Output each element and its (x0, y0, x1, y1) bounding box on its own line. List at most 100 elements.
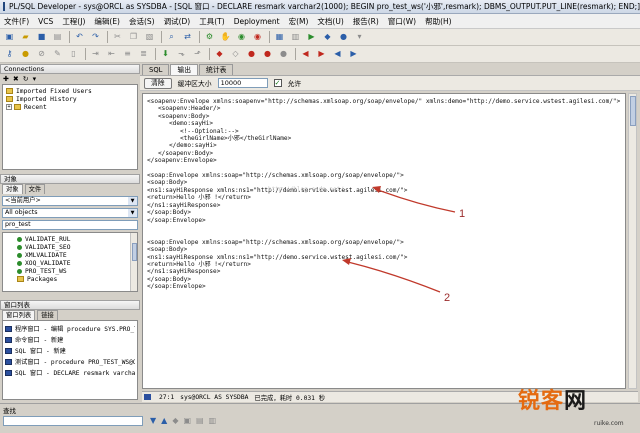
tab-objects[interactable]: 对象 (2, 184, 23, 194)
menu-vcs[interactable]: VCS (38, 17, 53, 26)
tab-output[interactable]: 输出 (170, 64, 199, 75)
object-search-input[interactable]: pro_test (2, 220, 138, 230)
find-input[interactable] (3, 416, 143, 426)
menu-reports[interactable]: 报告(R) (353, 16, 379, 27)
step-into-icon[interactable]: ⬇ (160, 49, 171, 60)
object-filter-select[interactable]: All objects ▼ (2, 208, 138, 218)
add-connection-icon[interactable]: ✚ (3, 75, 9, 83)
find-next-icon[interactable]: ▼ (150, 416, 156, 425)
record-macro-icon[interactable]: ● (246, 49, 257, 60)
user-icon[interactable]: ● (338, 32, 349, 43)
scrollbar-thumb[interactable] (132, 243, 137, 261)
menu-help[interactable]: 帮助(H) (425, 16, 452, 27)
breakpoint-icon[interactable]: ◆ (214, 49, 225, 60)
highlight-icon[interactable]: ◆ (172, 416, 178, 425)
compile-icon[interactable]: ◆ (322, 32, 333, 43)
expand-icon[interactable]: + (6, 104, 12, 110)
window-list-item[interactable]: SQL 窗口 - 新建 (5, 345, 135, 356)
menu-macro[interactable]: 宏(M) (289, 16, 309, 27)
regex-icon[interactable]: ▥ (209, 416, 217, 425)
menu-documents[interactable]: 文档(U) (317, 16, 343, 27)
case-sensitive-icon[interactable]: ▣ (183, 416, 191, 425)
menu-edit[interactable]: 编辑(E) (94, 16, 120, 27)
navigate-forward-icon[interactable]: ▶ (348, 49, 359, 60)
menu-file[interactable]: 文件(F) (4, 16, 29, 27)
print-icon[interactable]: ▤ (52, 32, 63, 43)
list-item[interactable]: VALIDATE_RUL (17, 235, 133, 243)
list-item[interactable]: VALIDATE_SEO (17, 243, 133, 251)
output-scrollbar[interactable] (628, 93, 637, 389)
buffer-size-input[interactable]: 10000 (217, 78, 268, 88)
step-out-icon[interactable]: ⬏ (192, 49, 203, 60)
macro-list-icon[interactable]: ● (278, 49, 289, 60)
menu-window[interactable]: 窗口(W) (388, 16, 416, 27)
menu-session[interactable]: 会话(S) (129, 16, 155, 27)
find-icon[interactable]: ⌕ (166, 32, 177, 43)
explain-plan-icon[interactable]: ▦ (274, 32, 285, 43)
remove-connection-icon[interactable]: ✖ (13, 75, 19, 83)
chevron-down-icon[interactable]: ▼ (128, 209, 137, 217)
navigate-icon[interactable]: ◀ (332, 49, 343, 60)
indent-icon[interactable]: ⇥ (90, 49, 101, 60)
object-list-scrollbar[interactable] (130, 233, 137, 291)
comment-icon[interactable]: ≡ (122, 49, 133, 60)
tab-sql[interactable]: SQL (142, 64, 170, 75)
window-list-item[interactable]: 程序窗口 - 编辑 procedure SYS.PRO_TEST_WS (5, 323, 135, 334)
commit-icon[interactable]: ◉ (236, 32, 247, 43)
rollback-icon[interactable]: ◉ (252, 32, 263, 43)
tree-item[interactable]: Imported Fixed Users (6, 87, 134, 95)
user-select[interactable]: <当前用户> ▼ (2, 196, 138, 206)
window-list-item[interactable]: 测试窗口 - procedure PRO_TEST_WS@ORCL (5, 356, 135, 367)
clear-button[interactable]: 清除 (144, 77, 172, 89)
list-item[interactable]: PRO_TEST_WS (17, 267, 133, 275)
window-list-icon[interactable]: ▥ (290, 32, 301, 43)
output-text-area[interactable]: <soapenv:Envelope xmlns:soapenv="http://… (142, 93, 626, 389)
chevron-down-icon[interactable]: ▼ (128, 197, 137, 205)
tab-window-list[interactable]: 窗口列表 (2, 310, 36, 320)
tree-item[interactable]: Imported History (6, 95, 134, 103)
new-icon[interactable]: ▣ (4, 32, 15, 43)
menu-debug[interactable]: 调试(D) (164, 16, 191, 27)
options-icon[interactable]: ▾ (354, 32, 365, 43)
open-folder-icon[interactable]: ▰ (20, 32, 31, 43)
scrollbar-thumb[interactable] (630, 96, 636, 126)
menu-deployment[interactable]: Deployment (234, 17, 280, 26)
play-macro-icon[interactable]: ● (262, 49, 273, 60)
window-list-item[interactable]: SQL 窗口 - DECLARE resmark varchar2(1000) (5, 367, 135, 378)
save-icon[interactable]: ■ (36, 32, 47, 43)
beautify-icon[interactable]: ✎ (52, 49, 63, 60)
next-icon[interactable]: ▶ (316, 49, 327, 60)
refresh-connection-icon[interactable]: ↻ (23, 75, 29, 83)
uncomment-icon[interactable]: ≣ (138, 49, 149, 60)
format-icon[interactable]: ▯ (68, 49, 79, 60)
connection-options-icon[interactable]: ▾ (33, 75, 37, 83)
list-item[interactable]: Packages (17, 275, 133, 283)
tab-statistics[interactable]: 统计表 (199, 64, 234, 75)
stop-icon[interactable]: ◇ (230, 49, 241, 60)
prev-icon[interactable]: ◀ (300, 49, 311, 60)
list-item[interactable]: XMLVALIDATE (17, 251, 133, 259)
copy-icon[interactable]: ❐ (128, 32, 139, 43)
tree-item[interactable]: + Recent (6, 103, 134, 111)
paste-icon[interactable]: ▧ (144, 32, 155, 43)
tab-links[interactable]: 链接 (37, 310, 58, 320)
find-prev-icon[interactable]: ▲ (161, 416, 167, 425)
undo-icon[interactable]: ↶ (74, 32, 85, 43)
object-icon[interactable]: ● (20, 49, 31, 60)
execute-icon[interactable]: ⚙ (204, 32, 215, 43)
whole-word-icon[interactable]: ▤ (196, 416, 204, 425)
key-icon[interactable]: ⚷ (4, 49, 15, 60)
tab-files[interactable]: 文件 (24, 184, 46, 194)
step-over-icon[interactable]: ⬎ (176, 49, 187, 60)
run-icon[interactable]: ▶ (306, 32, 317, 43)
window-list-item[interactable]: 命令窗口 - 新建 (5, 334, 135, 345)
redo-icon[interactable]: ↷ (90, 32, 101, 43)
cut-icon[interactable]: ✂ (112, 32, 123, 43)
menu-project[interactable]: 工程(J) (62, 16, 85, 27)
unindent-icon[interactable]: ⇤ (106, 49, 117, 60)
list-item[interactable]: XOQ_VALIDATE (17, 259, 133, 267)
menu-tools[interactable]: 工具(T) (199, 16, 224, 27)
replace-icon[interactable]: ⇄ (182, 32, 193, 43)
enable-output-checkbox[interactable]: ✓ (273, 79, 282, 87)
break-icon[interactable]: ✋ (220, 32, 231, 43)
